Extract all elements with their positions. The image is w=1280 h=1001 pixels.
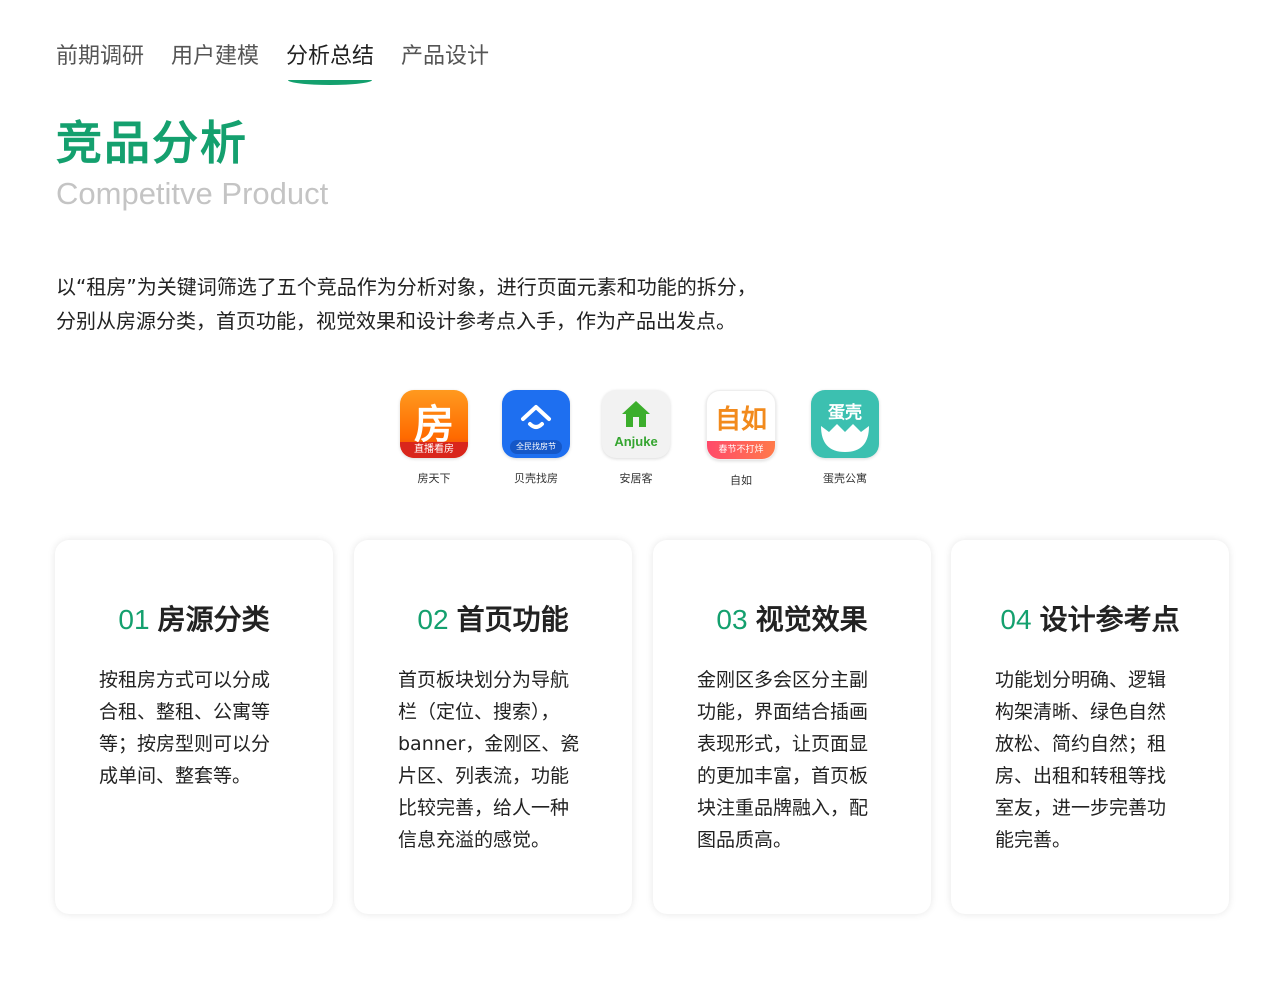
app-item-anjuke[interactable]: Anjuke 安居客 <box>586 390 686 486</box>
app-name: 贝壳找房 <box>514 472 558 485</box>
eggshell-icon <box>821 424 869 452</box>
card-line: 合租、整租、公寓等 <box>99 701 271 723</box>
tab-research[interactable]: 前期调研 <box>56 38 144 70</box>
card-body: 按租房方式可以分成 合租、整租、公寓等 等；按房型则可以分 成单间、整套等。 <box>99 664 299 792</box>
app-item-danke[interactable]: 蛋壳 蛋壳公寓 <box>795 390 895 486</box>
anjuke-app-icon: Anjuke <box>602 390 670 458</box>
card-line: 功能划分明确、逻辑 <box>995 669 1167 691</box>
card-line: 成单间、整套等。 <box>99 765 252 787</box>
card-title: 房源分类 <box>157 603 270 636</box>
app-item-ziroom[interactable]: 自如 春节不打烊 自如 <box>691 390 791 488</box>
tab-analysis-summary[interactable]: 分析总结 <box>286 38 375 85</box>
icon-band-text: 春节不打烊 <box>707 441 775 459</box>
card-listing-category: 01 房源分类 按租房方式可以分成 合租、整租、公寓等 等；按房型则可以分 成单间… <box>55 540 333 914</box>
fang-app-icon: 房 直播看房 <box>400 390 468 458</box>
beike-app-icon: 全民找房节 <box>502 390 570 458</box>
card-line: 金刚区多会区分主副 <box>697 669 869 691</box>
intro-line: 分别从房源分类，首页功能，视觉效果和设计参考点入手，作为产品出发点。 <box>56 309 736 333</box>
card-line: 功能，界面结合插画 <box>697 701 869 723</box>
card-body: 功能划分明确、逻辑 构架清晰、绿色自然 放松、简约自然；租 房、出租和转租等找 … <box>995 664 1195 856</box>
card-title: 首页功能 <box>456 603 569 636</box>
icon-wordmark: 自如 <box>714 405 767 435</box>
card-line: 房、出租和转租等找 <box>995 765 1167 787</box>
page-title: 竞品分析 <box>56 116 248 170</box>
card-number: 04 <box>1000 604 1032 635</box>
danke-app-icon: 蛋壳 <box>811 390 879 458</box>
app-item-beike[interactable]: 全民找房节 贝壳找房 <box>486 390 586 486</box>
card-line: 块注重品牌融入，配 <box>697 797 869 819</box>
ziroom-app-icon: 自如 春节不打烊 <box>706 390 776 460</box>
card-homepage-function: 02 首页功能 首页板块划分为导航 栏（定位、搜索）， banner，金刚区、瓷 … <box>354 540 632 914</box>
card-number: 01 <box>118 604 150 635</box>
tab-label: 产品设计 <box>401 44 490 69</box>
card-line: 室友，进一步完善功 <box>995 797 1167 819</box>
app-name: 自如 <box>730 474 752 487</box>
icon-band-text: 直播看房 <box>400 442 468 458</box>
card-line: 栏（定位、搜索）， <box>398 701 560 723</box>
card-design-reference: 04 设计参考点 功能划分明确、逻辑 构架清晰、绿色自然 放松、简约自然；租 房、… <box>951 540 1229 914</box>
card-line: 按租房方式可以分成 <box>99 669 271 691</box>
card-heading: 01 房源分类 <box>55 598 333 638</box>
tab-label: 分析总结 <box>286 44 375 69</box>
card-visual-effect: 03 视觉效果 金刚区多会区分主副 功能，界面结合插画 表现形式，让页面显 的更加… <box>653 540 931 914</box>
card-title: 视觉效果 <box>755 603 868 636</box>
card-title: 设计参考点 <box>1039 603 1180 636</box>
card-line: 放松、简约自然；租 <box>995 733 1167 755</box>
tab-label: 用户建模 <box>171 44 260 69</box>
card-line: 首页板块划分为导航 <box>398 669 570 691</box>
card-line: banner，金刚区、瓷 <box>398 733 580 755</box>
card-line: 能完善。 <box>995 829 1072 851</box>
tab-product-design[interactable]: 产品设计 <box>401 38 489 70</box>
app-item-fang[interactable]: 房 直播看房 房天下 <box>384 390 484 486</box>
intro-paragraph: 以“租房”为关键词筛选了五个竞品作为分析对象，进行页面元素和功能的拆分， 分别从… <box>56 270 757 338</box>
app-name: 房天下 <box>417 472 451 485</box>
card-line: 片区、列表流，功能 <box>398 765 570 787</box>
card-line: 表现形式，让页面显 <box>697 733 869 755</box>
icon-wordmark: Anjuke <box>614 434 658 449</box>
tab-user-modeling[interactable]: 用户建模 <box>171 38 259 70</box>
card-line: 比较完善，给人一种 <box>398 797 570 819</box>
active-tab-indicator <box>288 80 373 85</box>
house-icon <box>521 405 551 429</box>
top-nav-tabs: 前期调研 用户建模 分析总结 产品设计 <box>56 38 489 85</box>
app-name: 安居客 <box>619 472 653 485</box>
page-subtitle: Competitve Product <box>56 176 329 211</box>
tab-label: 前期调研 <box>56 44 145 69</box>
app-name: 蛋壳公寓 <box>823 472 867 485</box>
card-line: 构架清晰、绿色自然 <box>995 701 1167 723</box>
icon-band-text: 全民找房节 <box>510 440 562 454</box>
card-heading: 03 视觉效果 <box>653 598 931 638</box>
icon-wordmark: 蛋壳 <box>828 403 862 423</box>
house-icon <box>622 401 650 427</box>
card-line: 信息充溢的感觉。 <box>398 829 551 851</box>
card-heading: 02 首页功能 <box>354 598 632 638</box>
card-body: 首页板块划分为导航 栏（定位、搜索）， banner，金刚区、瓷 片区、列表流，… <box>398 664 598 856</box>
card-line: 的更加丰富，首页板 <box>697 765 869 787</box>
card-line: 等；按房型则可以分 <box>99 733 271 755</box>
card-body: 金刚区多会区分主副 功能，界面结合插画 表现形式，让页面显 的更加丰富，首页板 … <box>697 664 897 856</box>
card-number: 02 <box>417 604 449 635</box>
card-number: 03 <box>716 604 748 635</box>
intro-line: 以“租房”为关键词筛选了五个竞品作为分析对象，进行页面元素和功能的拆分， <box>56 275 757 299</box>
card-heading: 04 设计参考点 <box>951 598 1229 638</box>
card-line: 图品质高。 <box>697 829 793 851</box>
